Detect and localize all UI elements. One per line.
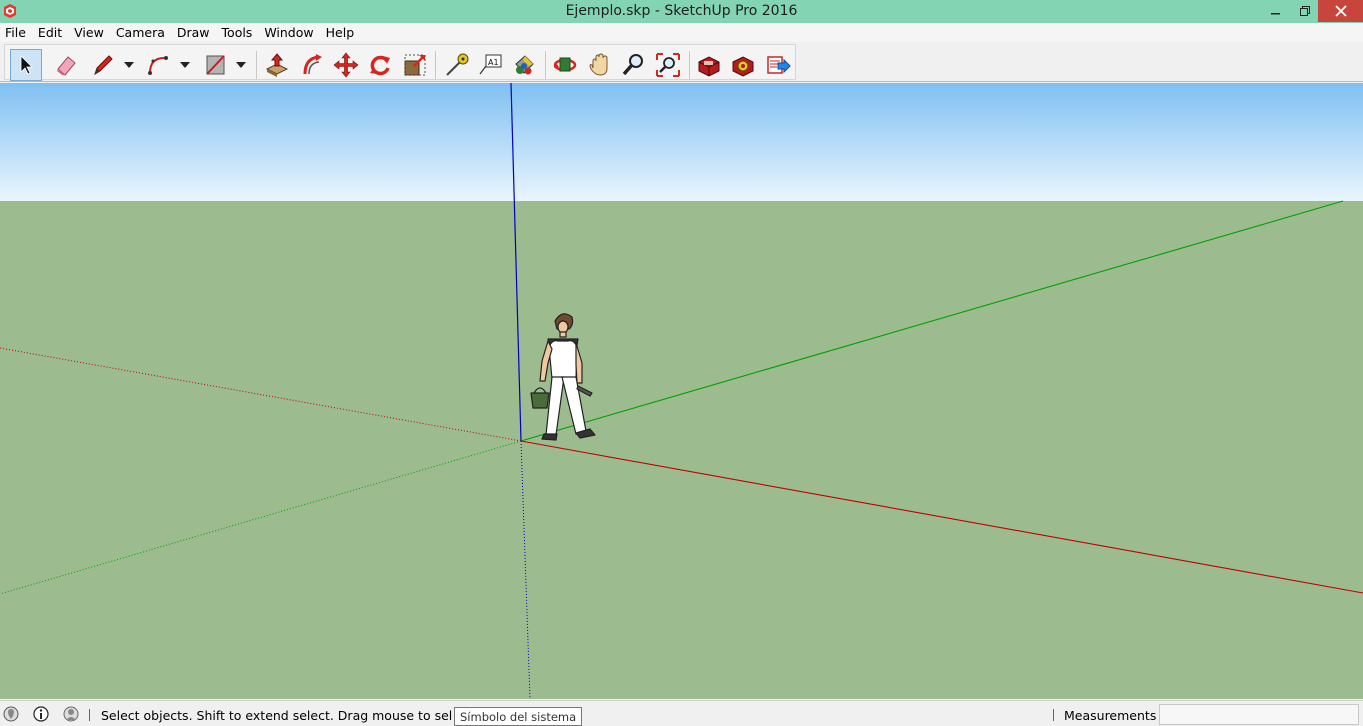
getting-started-toolbar: A1 xyxy=(4,44,796,81)
rectangle-dropdown[interactable] xyxy=(235,59,247,71)
pan-tool-button[interactable] xyxy=(584,49,616,81)
eraser-tool-button[interactable] xyxy=(50,49,82,81)
extension-warehouse-icon xyxy=(732,56,754,77)
send-to-layout-button[interactable] xyxy=(762,49,794,81)
move-icon xyxy=(333,52,359,78)
scene-canvas[interactable] xyxy=(0,83,1363,699)
rotate-icon xyxy=(370,55,390,76)
menu-file[interactable]: File xyxy=(0,25,32,40)
restore-icon xyxy=(1300,6,1310,16)
rotate-tool-button[interactable] xyxy=(364,49,396,81)
push-pull-icon xyxy=(265,53,289,77)
title-bar: Ejemplo.skp - SketchUp Pro 2016 xyxy=(0,0,1363,23)
paint-bucket-tool-button[interactable] xyxy=(508,49,540,81)
sky xyxy=(0,83,1363,201)
pencil-dropdown[interactable] xyxy=(123,59,135,71)
3d-warehouse-icon xyxy=(698,56,720,77)
toolbar-separator xyxy=(256,51,257,79)
zoom-tool-button[interactable] xyxy=(618,49,650,81)
taskbar-tooltip: Símbolo del sistema xyxy=(454,707,583,726)
svg-text:A1: A1 xyxy=(488,58,499,67)
toolbar: A1 xyxy=(0,42,1363,82)
geo-location-icon[interactable] xyxy=(3,706,19,722)
zoom-extents-icon xyxy=(656,53,680,77)
send-to-layout-icon xyxy=(767,56,791,74)
measurements-input[interactable] xyxy=(1159,704,1359,725)
arc-dropdown[interactable] xyxy=(179,59,191,71)
scale-icon xyxy=(404,54,426,76)
menu-help[interactable]: Help xyxy=(320,25,361,40)
menu-view[interactable]: View xyxy=(68,25,110,40)
pan-hand-icon xyxy=(589,53,608,76)
user-account-icon[interactable] xyxy=(63,706,79,722)
credits-info-icon[interactable] xyxy=(33,706,49,722)
menu-tools[interactable]: Tools xyxy=(216,25,259,40)
paint-bucket-icon xyxy=(515,55,534,75)
text-label-icon: A1 xyxy=(479,54,502,75)
rectangle-tool-button[interactable] xyxy=(199,49,231,81)
pencil-icon xyxy=(94,55,113,76)
menu-camera[interactable]: Camera xyxy=(110,25,171,40)
menu-window[interactable]: Window xyxy=(258,25,319,40)
follow-me-icon xyxy=(303,54,322,75)
select-tool-button[interactable] xyxy=(10,49,42,81)
menu-draw[interactable]: Draw xyxy=(171,25,216,40)
status-separator xyxy=(1053,709,1054,721)
modeling-viewport[interactable] xyxy=(0,83,1363,699)
zoom-magnifier-icon xyxy=(622,54,643,76)
arc-tool-button[interactable] xyxy=(143,49,175,81)
status-hint-text: Select objects. Shift to extend select. … xyxy=(101,708,453,723)
pencil-tool-button[interactable] xyxy=(87,49,119,81)
dropdown-arrow-icon xyxy=(236,62,246,68)
orbit-tool-button[interactable] xyxy=(549,49,581,81)
move-tool-button[interactable] xyxy=(330,49,362,81)
minimize-icon xyxy=(1271,13,1280,15)
status-separator xyxy=(89,709,90,721)
eraser-icon xyxy=(57,56,76,76)
toolbar-separator xyxy=(435,51,436,79)
tape-measure-icon xyxy=(446,53,469,76)
minimize-button[interactable] xyxy=(1260,0,1292,22)
status-bar: Select objects. Shift to extend select. … xyxy=(0,700,1363,726)
text-tool-button[interactable]: A1 xyxy=(474,49,506,81)
select-arrow-icon xyxy=(20,55,33,75)
menu-bar: File Edit View Camera Draw Tools Window … xyxy=(0,23,1363,42)
3d-warehouse-button[interactable] xyxy=(693,49,725,81)
close-button[interactable] xyxy=(1318,0,1363,22)
extension-warehouse-button[interactable] xyxy=(727,49,759,81)
orbit-icon xyxy=(553,57,577,72)
dropdown-arrow-icon xyxy=(124,62,134,68)
restore-button[interactable] xyxy=(1292,0,1318,22)
scale-tool-button[interactable] xyxy=(399,49,431,81)
follow-me-tool-button[interactable] xyxy=(296,49,328,81)
measurements-label: Measurements xyxy=(1064,708,1157,723)
zoom-extents-tool-button[interactable] xyxy=(652,49,684,81)
dropdown-arrow-icon xyxy=(180,62,190,68)
arc-icon xyxy=(148,56,168,75)
rectangle-icon xyxy=(206,55,225,75)
ground xyxy=(0,201,1363,699)
close-icon xyxy=(1334,5,1347,17)
menu-edit[interactable]: Edit xyxy=(32,25,68,40)
toolbar-separator xyxy=(689,51,690,79)
tape-measure-tool-button[interactable] xyxy=(440,49,472,81)
push-pull-tool-button[interactable] xyxy=(261,49,293,81)
window-title: Ejemplo.skp - SketchUp Pro 2016 xyxy=(565,3,798,19)
toolbar-separator xyxy=(545,51,546,79)
